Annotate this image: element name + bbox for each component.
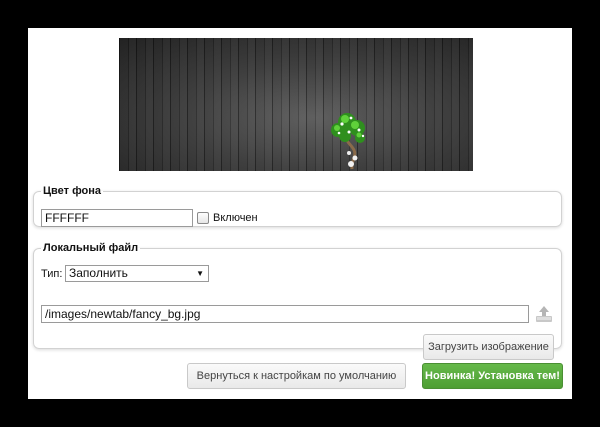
type-select-value: Заполнить [69, 266, 128, 280]
background-color-group: Цвет фона Включен [33, 185, 562, 227]
background-color-legend: Цвет фона [43, 185, 102, 197]
type-label: Тип: [41, 268, 63, 280]
reset-defaults-button[interactable]: Вернуться к настройкам по умолчанию [187, 363, 406, 389]
local-file-legend: Локальный файл [43, 242, 139, 254]
file-path-input[interactable] [41, 305, 529, 323]
enabled-label: Включен [213, 212, 258, 224]
upload-icon[interactable] [534, 304, 554, 324]
enabled-checkbox[interactable] [197, 212, 209, 224]
background-color-input[interactable] [41, 209, 193, 227]
enabled-checkbox-wrap[interactable]: Включен [197, 210, 258, 226]
new-themes-button[interactable]: Новинка! Установка тем! [422, 363, 563, 389]
upload-image-button[interactable]: Загрузить изображение [423, 334, 554, 360]
chevron-down-icon: ▼ [196, 269, 204, 278]
local-file-group: Локальный файл Тип: Заполнить ▼ Загрузит… [33, 242, 562, 360]
type-select[interactable]: Заполнить ▼ [65, 265, 209, 282]
background-preview-image [119, 38, 473, 171]
settings-panel: Цвет фона Включен Локальный файл Тип: За… [28, 28, 572, 399]
